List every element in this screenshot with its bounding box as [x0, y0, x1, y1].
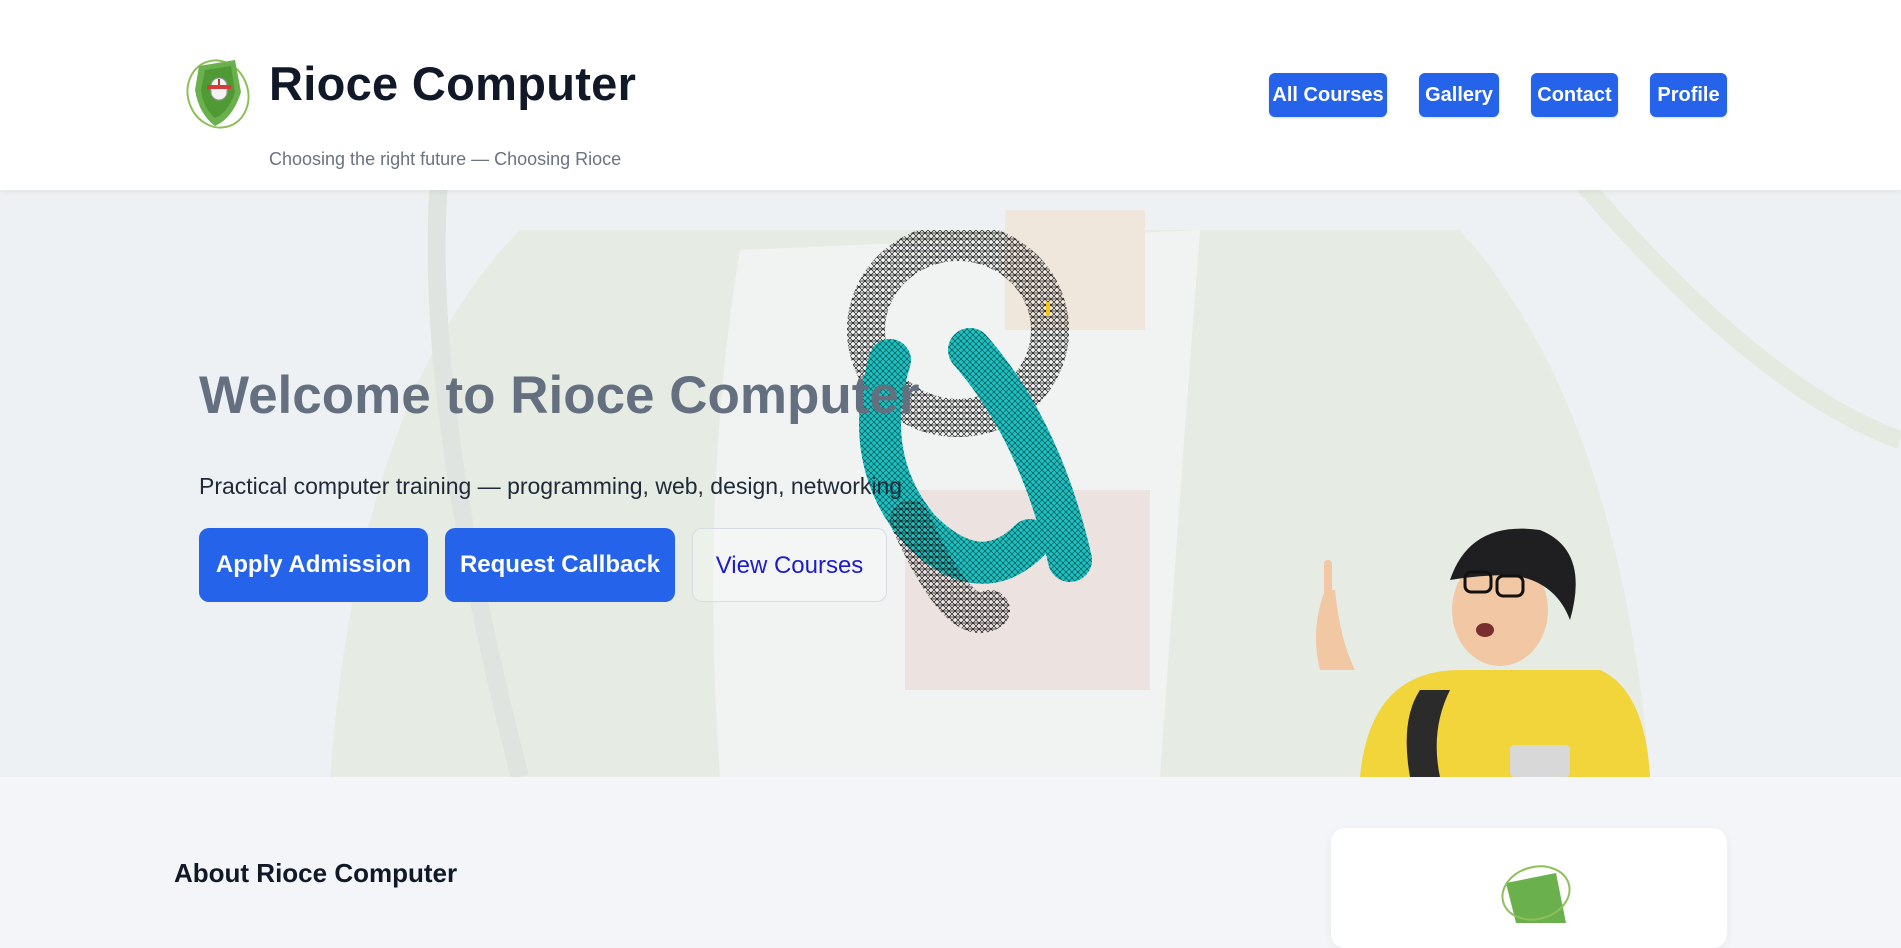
- hero-title: Welcome to Rioce Computer: [199, 366, 920, 425]
- nav-profile-button[interactable]: Profile: [1650, 73, 1727, 117]
- site-header: Rioce Computer Choosing the right future…: [0, 0, 1901, 190]
- view-courses-button[interactable]: View Courses: [692, 528, 887, 602]
- about-title: About Rioce Computer: [174, 858, 458, 888]
- nav-all-courses-button[interactable]: All Courses: [1269, 73, 1387, 117]
- nav-gallery-button[interactable]: Gallery: [1419, 73, 1499, 117]
- request-callback-button[interactable]: Request Callback: [445, 528, 675, 602]
- nav-contact-button[interactable]: Contact: [1531, 73, 1618, 117]
- hero-section: Welcome to Rioce Computer Practical comp…: [0, 190, 1901, 777]
- shield-logo-icon[interactable]: [185, 52, 251, 130]
- tagline: Choosing the right future — Choosing Rio…: [269, 149, 622, 169]
- about-card: [1331, 828, 1727, 948]
- apply-admission-button[interactable]: Apply Admission: [199, 528, 428, 602]
- hero-subtitle: Practical computer training — programmin…: [199, 473, 903, 499]
- student-pointing-image: [1316, 528, 1650, 777]
- brand-name[interactable]: Rioce Computer: [269, 56, 636, 111]
- card-logo-icon: [1496, 863, 1576, 923]
